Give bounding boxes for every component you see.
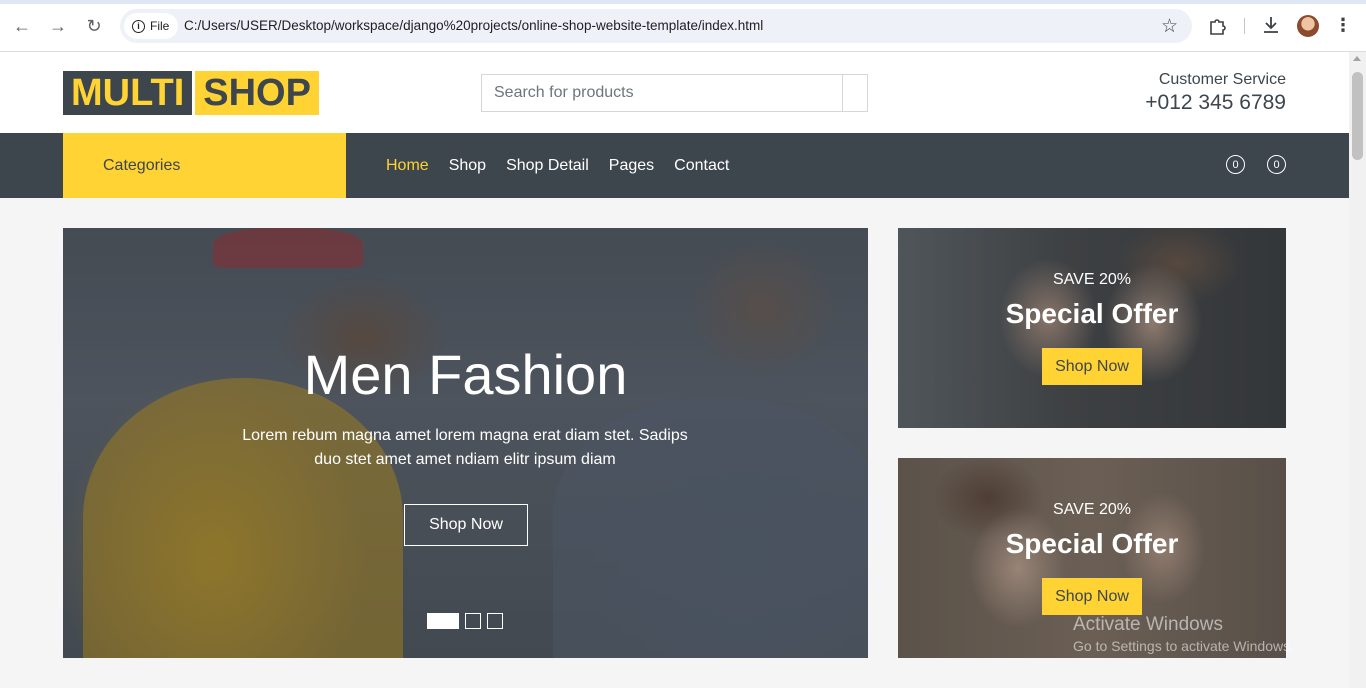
hero-text: Lorem rebum magna amet lorem magna erat … bbox=[242, 427, 688, 468]
menu-kebab-icon[interactable]: ⋮ bbox=[1334, 14, 1352, 36]
offer-card-1: SAVE 20% Special Offer Shop Now bbox=[898, 228, 1286, 428]
nav-item-contact[interactable]: Contact bbox=[674, 157, 729, 175]
hero-shop-now-button[interactable]: Shop Now bbox=[404, 504, 528, 546]
phone-number: +012 345 6789 bbox=[1145, 91, 1286, 114]
customer-service: Customer Service +012 345 6789 bbox=[1145, 71, 1286, 117]
offer-shop-now-button[interactable]: Shop Now bbox=[1042, 578, 1142, 615]
nav-item-pages[interactable]: Pages bbox=[609, 157, 654, 175]
carousel-indicator-2[interactable] bbox=[465, 613, 481, 629]
offer-save-label: SAVE 20% bbox=[1053, 271, 1131, 288]
offer-title: Special Offer bbox=[1005, 528, 1179, 559]
address-bar[interactable]: i File C:/Users/USER/Desktop/workspace/d… bbox=[120, 9, 1192, 43]
toolbar-divider bbox=[1244, 18, 1245, 34]
nav-item-shop[interactable]: Shop bbox=[449, 157, 486, 175]
site-info-chip[interactable]: i File bbox=[124, 13, 179, 39]
hero-photo-yellow-coat bbox=[83, 378, 403, 658]
scroll-up-arrow-icon[interactable] bbox=[1353, 56, 1361, 61]
nav-badges: 0 0 bbox=[1226, 155, 1286, 174]
site-logo[interactable]: MULTI SHOP bbox=[63, 71, 319, 115]
profile-avatar[interactable] bbox=[1297, 15, 1319, 37]
nav-item-shop-detail[interactable]: Shop Detail bbox=[506, 157, 589, 175]
search-box bbox=[481, 74, 868, 112]
bookmark-star-icon[interactable]: ☆ bbox=[1161, 15, 1178, 38]
search-button[interactable] bbox=[842, 75, 867, 111]
carousel-indicator-1[interactable] bbox=[427, 613, 459, 629]
scrollbar-thumb[interactable] bbox=[1352, 72, 1363, 160]
page-viewport: MULTI SHOP Customer Service +012 345 678… bbox=[0, 52, 1349, 688]
file-label: File bbox=[150, 19, 170, 33]
watermark-line-2: Go to Settings to activate Windows. bbox=[1073, 638, 1294, 654]
logo-part-shop: SHOP bbox=[195, 71, 319, 115]
watermark-line-1: Activate Windows bbox=[1073, 614, 1223, 635]
hero-photo-hat bbox=[213, 228, 363, 268]
nav-menu: Home Shop Shop Detail Pages Contact bbox=[386, 133, 729, 198]
page-scrollbar[interactable] bbox=[1349, 52, 1366, 688]
offer-title: Special Offer bbox=[1005, 298, 1179, 329]
offer-shop-now-button[interactable]: Shop Now bbox=[1042, 348, 1142, 385]
logo-part-multi: MULTI bbox=[63, 71, 193, 115]
categories-toggle[interactable]: Categories bbox=[63, 133, 346, 198]
cart-count-badge[interactable]: 0 bbox=[1267, 155, 1286, 174]
extensions-icon[interactable] bbox=[1207, 14, 1229, 36]
windows-activation-watermark: Activate Windows Go to Settings to activ… bbox=[1073, 614, 1294, 656]
wishlist-count-badge[interactable]: 0 bbox=[1226, 155, 1245, 174]
tab-strip bbox=[0, 0, 1366, 4]
nav-item-home[interactable]: Home bbox=[386, 157, 429, 175]
back-icon[interactable]: ← bbox=[10, 14, 34, 38]
carousel-indicator-3[interactable] bbox=[487, 613, 503, 629]
reload-icon[interactable]: ↻ bbox=[82, 14, 106, 38]
forward-icon[interactable]: → bbox=[46, 14, 70, 38]
info-icon: i bbox=[132, 19, 145, 33]
hero-title: Men Fashion bbox=[303, 343, 628, 406]
offer-save-label: SAVE 20% bbox=[1053, 501, 1131, 518]
top-bar: MULTI SHOP Customer Service +012 345 678… bbox=[0, 52, 1349, 133]
customer-service-label: Customer Service bbox=[1158, 71, 1286, 88]
browser-toolbar: ← → ↻ i File C:/Users/USER/Desktop/works… bbox=[0, 0, 1366, 52]
hero-carousel[interactable]: Men Fashion Lorem rebum magna amet lorem… bbox=[63, 228, 868, 658]
main-navbar: Categories Home Shop Shop Detail Pages C… bbox=[0, 133, 1349, 198]
download-icon[interactable] bbox=[1260, 14, 1282, 36]
carousel-indicators bbox=[427, 613, 503, 629]
search-input[interactable] bbox=[482, 75, 843, 111]
url-text[interactable]: C:/Users/USER/Desktop/workspace/django%2… bbox=[184, 18, 763, 33]
